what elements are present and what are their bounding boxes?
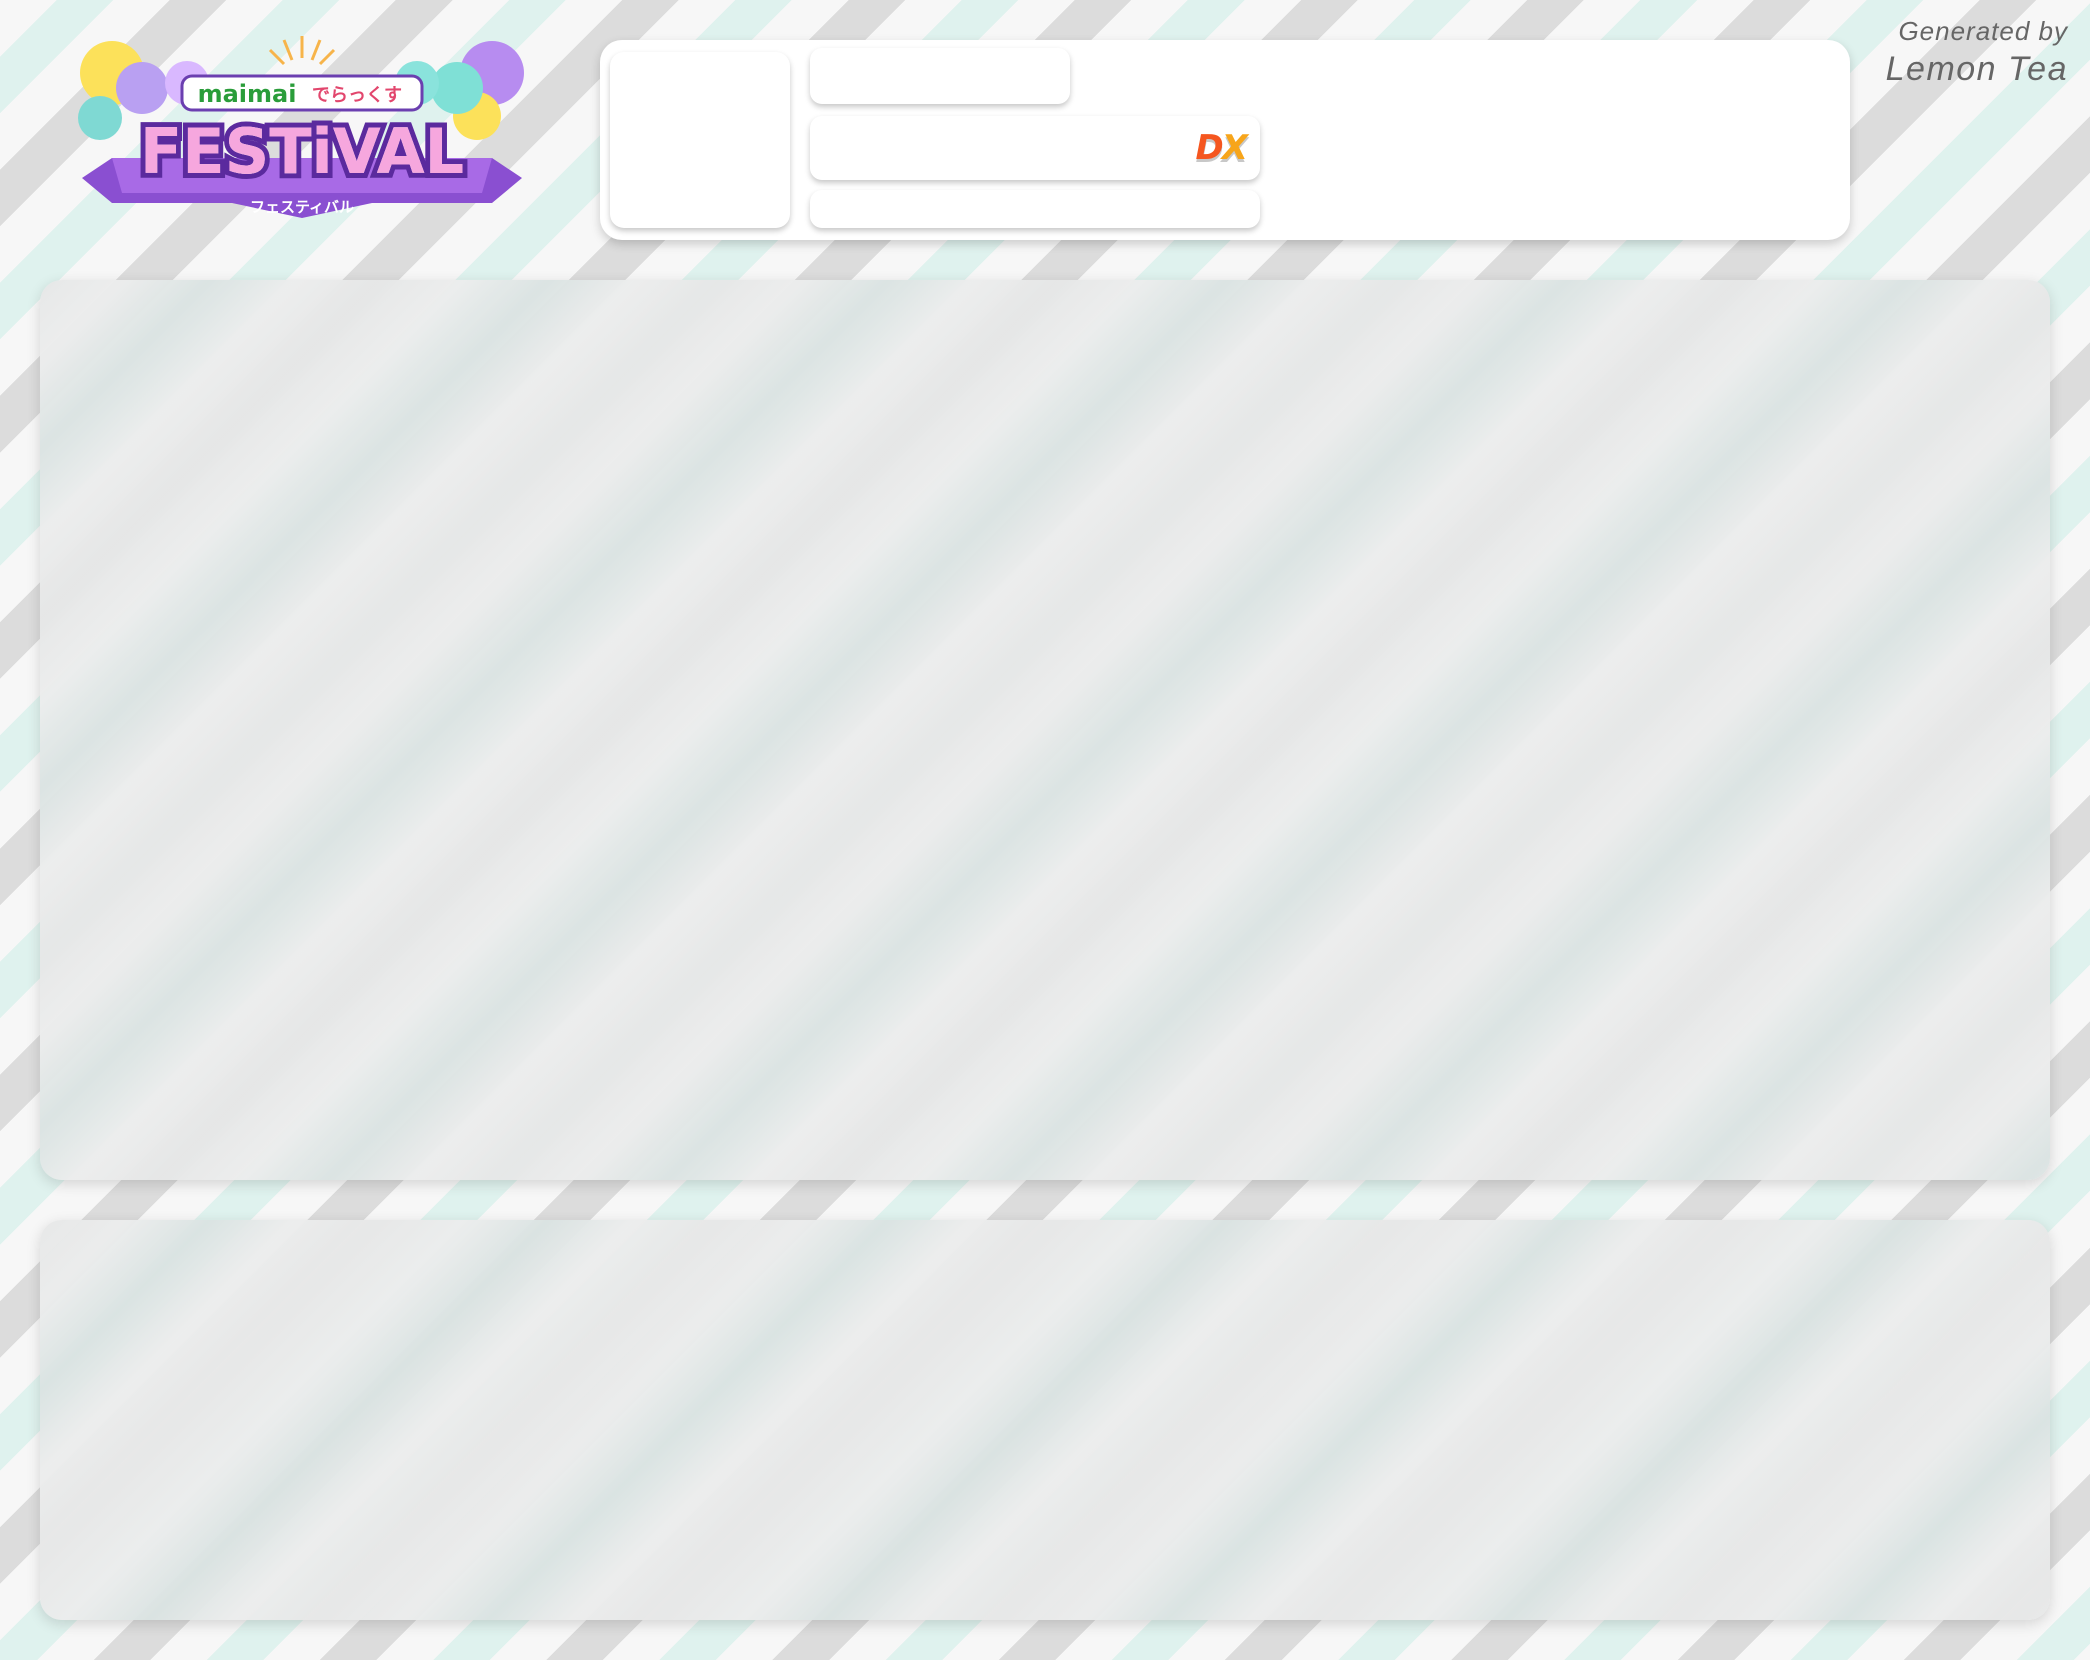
player-title-plate [810,48,1070,104]
dx-badge: DX [1195,124,1248,172]
credit: Generated by Lemon Tea [1886,14,2068,90]
best-scores-panel [40,280,2050,1180]
dx-badge-x: X [1221,128,1248,168]
player-name-plate: DX [810,116,1260,180]
logo-subtitle: でらっくす [312,85,402,106]
logo-brand: maimai [198,80,297,108]
rating-bar [810,190,1260,228]
logo-kana: フェスティバル [250,198,354,216]
credit-generated-by: Generated by [1898,16,2068,46]
dx-badge-d: D [1195,128,1224,168]
logo-title-fill: FESTiVAL [140,115,464,188]
game-logo: maimai でらっくす FESTiVAL FESTiVAL フェスティバル [72,28,532,238]
credit-author: Lemon Tea [1885,50,2068,88]
player-profile-card: DX [600,40,1850,240]
avatar [610,52,790,228]
new-scores-panel [40,1220,2050,1620]
